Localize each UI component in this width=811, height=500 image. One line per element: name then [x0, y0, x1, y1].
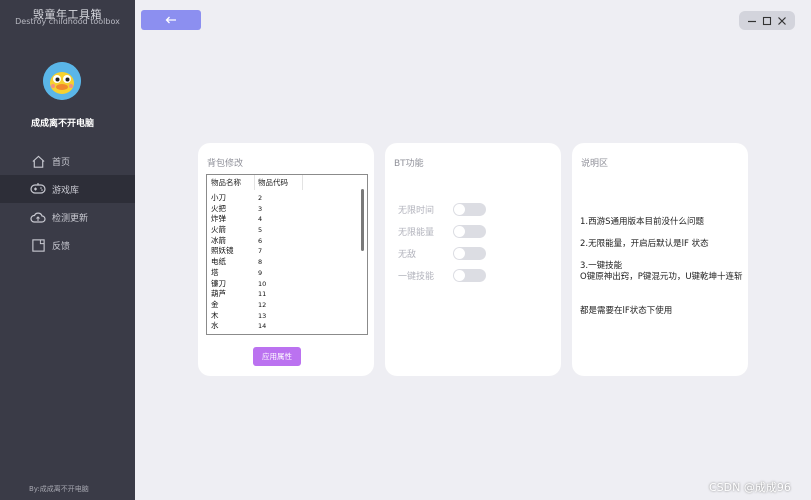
home-icon — [30, 153, 46, 169]
toggle-row-infinite-energy: 无限能量 — [398, 224, 486, 238]
item-name: 镰刀 — [211, 278, 226, 288]
item-name: 炸弹 — [211, 214, 226, 224]
one-key-skill-toggle[interactable] — [453, 268, 486, 282]
item-name: 葫芦 — [211, 289, 226, 299]
instruction-line: 2.无限能量，开启后默认是lF 状态 — [580, 239, 709, 249]
item-code: 9 — [258, 268, 263, 277]
backpack-title: 背包修改 — [207, 159, 244, 169]
apply-attributes-button[interactable]: 应用属性 — [253, 347, 301, 366]
instruction-line: 1.西游S通用版本目前没什么问题 — [580, 217, 705, 227]
list-item[interactable]: 葫芦 11 — [207, 289, 357, 300]
item-code: 10 — [258, 279, 267, 288]
sidebar-item-game-library[interactable]: 游戏库 — [0, 175, 135, 203]
instruction-line: 都是需要在lF状态下使用 — [580, 306, 673, 316]
feedback-icon — [30, 237, 46, 253]
author-footer: By:成成离不开电脑 — [29, 485, 89, 493]
sidebar-item-feedback[interactable]: 反馈 — [0, 231, 135, 259]
invincible-toggle[interactable] — [453, 246, 486, 260]
toggle-row-infinite-time: 无限时间 — [398, 202, 486, 216]
list-item[interactable]: 塔9 — [207, 268, 357, 279]
list-item[interactable]: 小刀 2 — [207, 193, 357, 204]
toggle-label: 无限时间 — [398, 205, 435, 216]
cloud-icon — [30, 209, 46, 225]
item-name: 小刀 — [211, 193, 226, 202]
toggle-knob — [454, 203, 465, 215]
minimize-icon[interactable] — [746, 15, 758, 27]
item-code: 11 — [258, 290, 267, 299]
close-icon[interactable] — [776, 15, 788, 27]
item-name: 电纸 — [211, 257, 226, 267]
toggle-label: 一键技能 — [398, 271, 435, 282]
infinite-energy-toggle[interactable] — [453, 224, 486, 238]
sidebar-item-home[interactable]: 首页 — [0, 147, 135, 175]
item-name: 金 — [211, 299, 219, 309]
list-item[interactable]: 金 12 — [207, 300, 357, 311]
instructions-title: 说明区 — [581, 159, 609, 169]
item-name: 冰箭 — [211, 235, 226, 245]
list-rows: 小刀 2 火把 3 炸弹 4 火箭 5 冰箭 6 照妖镜 7 电纸 8 塔 9 镰刀 10 葫芦 11 金 12 木 13 水 1… — [207, 193, 357, 332]
backpack-card: 背包修改 物品名称 物品代码 小刀 2 火把 3 炸弹 4 火箭 5 冰箭 6 照妖镜 7 电纸 8 塔 9 镰… — [198, 143, 374, 376]
sidebar-item-label: 检测更新 — [52, 213, 89, 224]
list-item[interactable]: 水 14 — [207, 321, 357, 332]
item-name: 火箭 — [211, 225, 226, 235]
sidebar-nav: 首页 游戏库 检测更新 反馈 — [0, 147, 135, 259]
item-name: 塔 — [211, 267, 219, 277]
item-code: 5 — [258, 226, 263, 235]
gamepad-icon — [30, 181, 46, 197]
item-name: 水 — [211, 321, 219, 331]
toggle-label: 无限能量 — [398, 227, 435, 238]
bt-title: BT功能 — [394, 159, 424, 169]
infinite-time-toggle[interactable] — [453, 202, 486, 216]
sidebar-item-label: 首页 — [52, 157, 71, 168]
bt-card: BT功能 无限时间 无限能量 无敌 一键技能 — [385, 143, 561, 376]
window-controls — [739, 11, 795, 30]
avatar[interactable] — [43, 62, 81, 100]
sidebar: 毁童年工具箱 Destroy childhood toolbox 成成离不开电脑… — [0, 0, 135, 500]
item-code: 8 — [258, 258, 263, 267]
list-scrollbar[interactable] — [360, 189, 365, 333]
username: 成成离不开电脑 — [30, 119, 94, 129]
sidebar-item-label: 游戏库 — [52, 185, 80, 196]
item-code: 6 — [258, 236, 263, 245]
column-header-code[interactable]: 物品代码 — [255, 175, 303, 190]
instructions-card: 说明区 1.西游S通用版本目前没什么问题 2.无限能量，开启后默认是lF 状态 … — [572, 143, 748, 376]
list-item[interactable]: 电纸 8 — [207, 257, 357, 268]
list-item[interactable]: 木 13 — [207, 311, 357, 322]
list-item[interactable]: 照妖镜 7 — [207, 246, 357, 257]
toggle-knob — [454, 247, 465, 259]
list-header: 物品名称 物品代码 — [207, 175, 367, 190]
app-subtitle: Destroy childhood toolbox — [15, 17, 120, 26]
item-code: 12 — [258, 300, 267, 309]
list-item[interactable]: 冰箭 6 — [207, 236, 357, 247]
list-item[interactable]: 火箭 5 — [207, 225, 357, 236]
toggle-row-invincible: 无敌 — [398, 246, 486, 260]
list-item[interactable]: 火把 3 — [207, 204, 357, 215]
back-button[interactable] — [141, 10, 201, 30]
sidebar-item-label: 反馈 — [52, 241, 71, 252]
item-name: 照妖镜 — [211, 246, 234, 256]
list-item[interactable]: 镰刀 10 — [207, 279, 357, 290]
toggle-knob — [454, 269, 465, 281]
toggle-knob — [454, 225, 465, 237]
item-code: 7 — [258, 247, 263, 256]
watermark: CSDN @成成96 — [709, 481, 791, 494]
item-name: 火把 — [211, 203, 226, 213]
toggle-row-one-key-skill: 一键技能 — [398, 268, 486, 282]
list-item[interactable]: 炸弹 4 — [207, 214, 357, 225]
sidebar-item-check-update[interactable]: 检测更新 — [0, 203, 135, 231]
item-name: 木 — [211, 310, 219, 320]
maximize-icon[interactable] — [761, 15, 773, 27]
item-code: 4 — [258, 215, 263, 224]
duck-avatar-icon — [43, 62, 81, 100]
item-code: 14 — [258, 322, 267, 331]
instruction-line: 3.一键技能 O键原神出窍，P键混元功，U键乾坤十连斩 — [580, 261, 743, 282]
item-code: 3 — [258, 204, 263, 213]
item-list[interactable]: 物品名称 物品代码 小刀 2 火把 3 炸弹 4 火箭 5 冰箭 6 照妖镜 7 电纸 8 塔 9 镰刀 10 葫芦… — [206, 174, 368, 335]
item-code: 13 — [258, 311, 267, 320]
column-header-name[interactable]: 物品名称 — [207, 175, 255, 190]
arrow-left-icon — [165, 16, 176, 24]
scroll-thumb[interactable] — [361, 189, 364, 251]
item-code: 2 — [258, 194, 263, 202]
toggle-label: 无敌 — [398, 249, 417, 260]
